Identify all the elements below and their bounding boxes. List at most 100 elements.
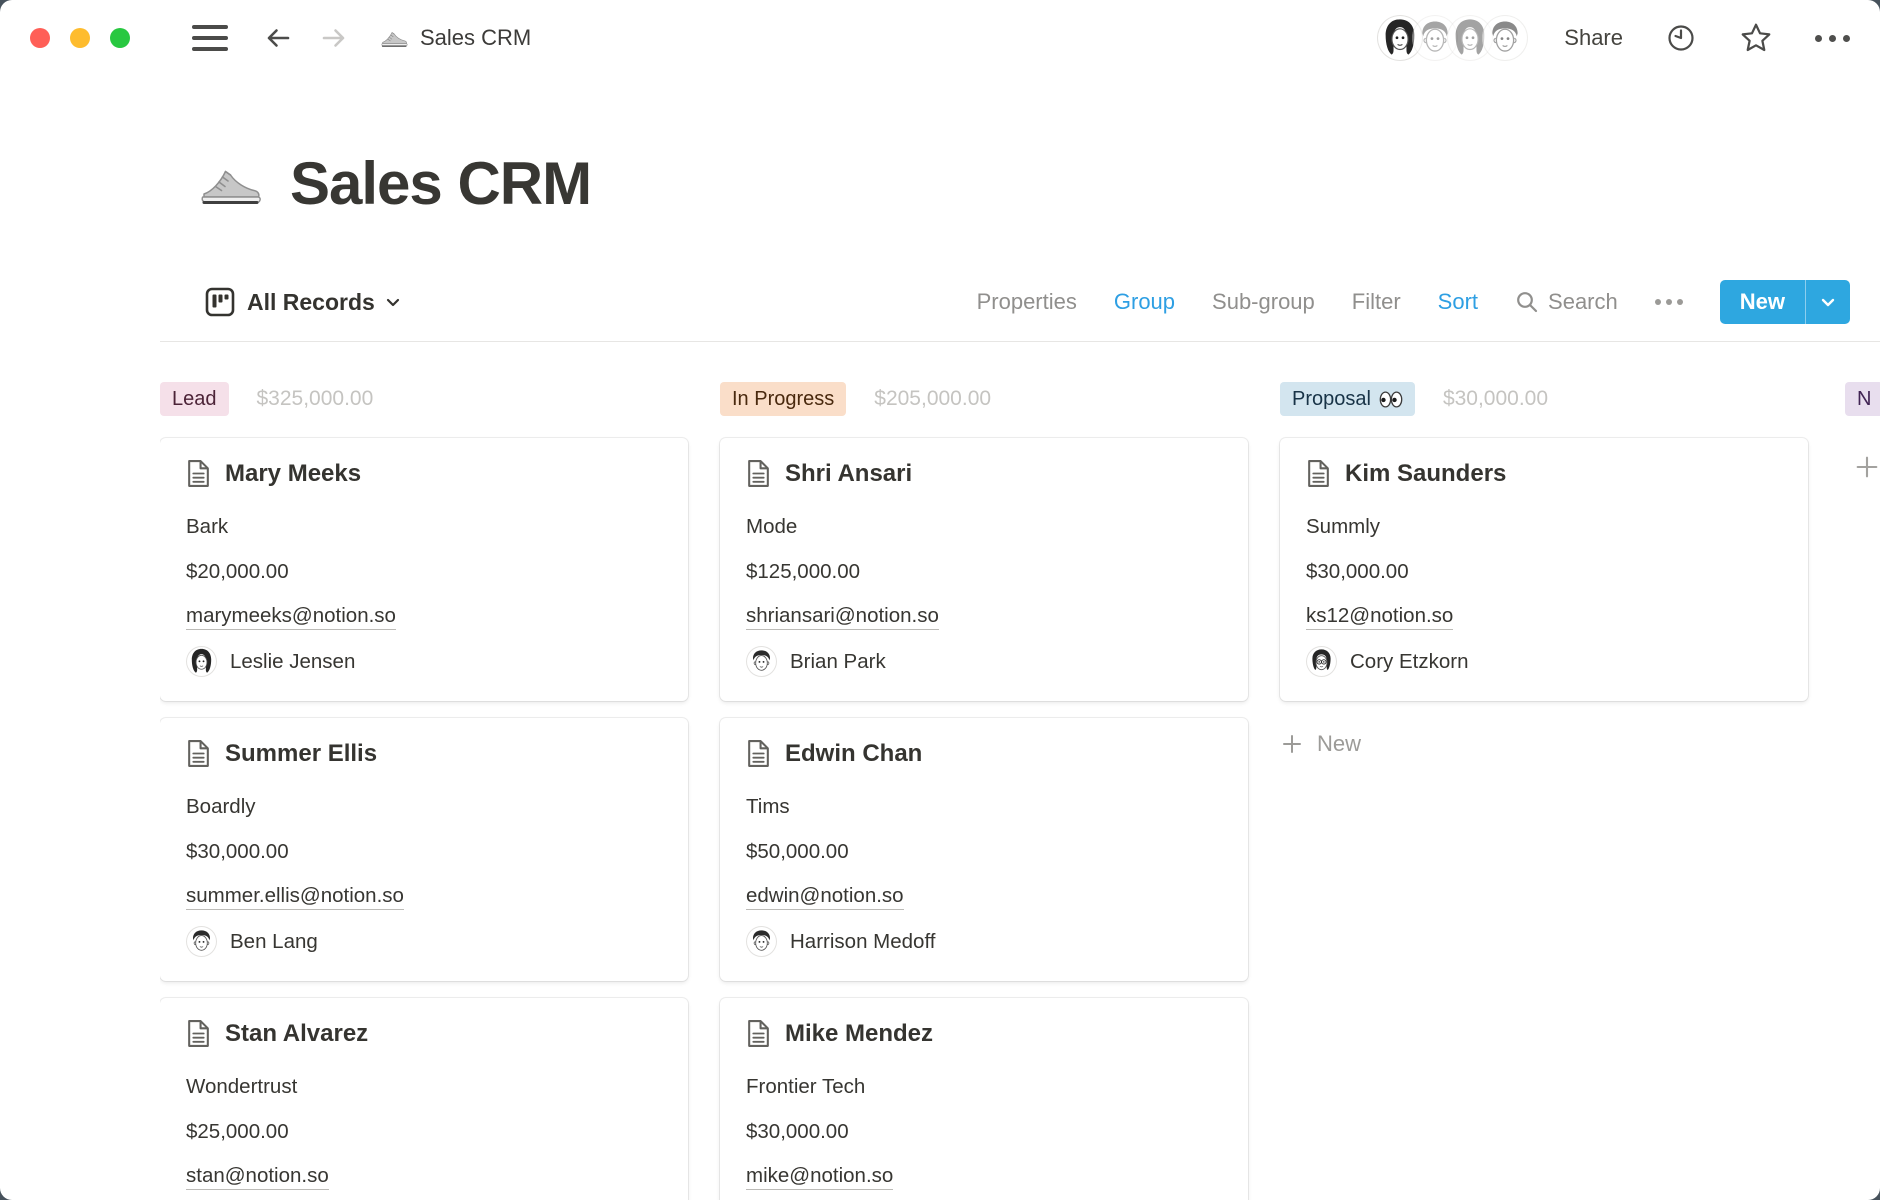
add-card-label: New (1317, 731, 1361, 757)
board-column-lead: Lead $325,000.00 Mary Meeks Bark $20,000… (160, 382, 688, 1200)
record-company: Bark (186, 504, 662, 549)
status-badge[interactable]: Proposal (1280, 382, 1415, 416)
record-amount: $50,000.00 (746, 829, 1222, 874)
eyes-emoji-icon (1379, 391, 1403, 408)
app-window: Sales CRM Share Sales CRM (0, 0, 1880, 1200)
tab-sneaker-icon (380, 24, 408, 52)
board-column-in-progress: In Progress $205,000.00 Shri Ansari Mode… (720, 382, 1248, 1200)
minimize-window-button[interactable] (70, 28, 90, 48)
record-card[interactable]: Mary Meeks Bark $20,000.00 marymeeks@not… (160, 438, 688, 701)
titlebar: Sales CRM Share (0, 0, 1880, 76)
record-email-link[interactable]: ks12@notion.so (1306, 604, 1453, 630)
chevron-down-icon (384, 293, 402, 311)
record-amount: $20,000.00 (186, 549, 662, 594)
plus-icon (1280, 732, 1304, 756)
board-column-proposal: Proposal $30,000.00 Kim Saunders Summly … (1280, 382, 1808, 757)
column-header: Proposal $30,000.00 (1280, 382, 1808, 416)
board-view-icon (205, 287, 235, 317)
record-company: Wondertrust (186, 1064, 662, 1109)
record-amount: $30,000.00 (186, 829, 662, 874)
status-badge[interactable]: N (1845, 382, 1880, 416)
view-toolbar: All Records Properties Group Sub-group F… (205, 272, 1850, 332)
record-company: Summly (1306, 504, 1782, 549)
column-sum: $325,000.00 (257, 387, 374, 411)
add-card-button[interactable]: New (1280, 731, 1808, 757)
kanban-board: Lead $325,000.00 Mary Meeks Bark $20,000… (160, 382, 1880, 1200)
search-icon (1515, 290, 1539, 314)
page-icon (746, 739, 771, 768)
record-email-link[interactable]: marymeeks@notion.so (186, 604, 396, 630)
record-name: Mary Meeks (225, 460, 361, 488)
column-header: In Progress $205,000.00 (720, 382, 1248, 416)
status-badge[interactable]: In Progress (720, 382, 846, 416)
record-email-link[interactable]: edwin@notion.so (746, 884, 904, 910)
record-company: Boardly (186, 784, 662, 829)
record-card[interactable]: Edwin Chan Tims $50,000.00 edwin@notion.… (720, 718, 1248, 981)
board-column-next: N (1840, 382, 1880, 481)
record-company: Mode (746, 504, 1222, 549)
share-button[interactable]: Share (1564, 25, 1623, 51)
search-label: Search (1548, 289, 1618, 315)
record-owner: Ben Lang (230, 930, 318, 954)
favorite-star-icon[interactable] (1739, 21, 1773, 55)
record-name: Kim Saunders (1345, 460, 1506, 488)
record-card[interactable]: Summer Ellis Boardly $30,000.00 summer.e… (160, 718, 688, 981)
menu-sort[interactable]: Sort (1438, 289, 1478, 315)
collaborator-avatar (1482, 15, 1528, 61)
record-owner: Harrison Medoff (790, 930, 935, 954)
hamburger-menu-icon[interactable] (192, 25, 228, 51)
menu-filter[interactable]: Filter (1352, 289, 1401, 315)
view-more-icon[interactable] (1655, 299, 1683, 305)
more-options-icon[interactable] (1815, 35, 1850, 42)
record-card[interactable]: Stan Alvarez Wondertrust $25,000.00 stan… (160, 998, 688, 1200)
back-arrow-icon[interactable] (262, 22, 294, 54)
toolbar-divider (160, 341, 1880, 342)
record-owner: Leslie Jensen (230, 650, 355, 674)
menu-group[interactable]: Group (1114, 289, 1175, 315)
record-company: Frontier Tech (746, 1064, 1222, 1109)
menu-properties[interactable]: Properties (977, 289, 1077, 315)
record-card[interactable]: Shri Ansari Mode $125,000.00 shriansari@… (720, 438, 1248, 701)
page-icon (186, 459, 211, 488)
column-sum: $30,000.00 (1443, 387, 1548, 411)
record-card[interactable]: Kim Saunders Summly $30,000.00 ks12@noti… (1280, 438, 1808, 701)
record-name: Summer Ellis (225, 740, 377, 768)
owner-avatar (186, 926, 217, 957)
page-icon (186, 739, 211, 768)
view-switcher[interactable]: All Records (205, 287, 402, 317)
record-amount: $30,000.00 (746, 1109, 1222, 1154)
page-sneaker-icon[interactable] (198, 152, 262, 216)
collaborator-avatars[interactable] (1377, 15, 1528, 61)
record-email-link[interactable]: shriansari@notion.so (746, 604, 939, 630)
menu-sub-group[interactable]: Sub-group (1212, 289, 1315, 315)
record-name: Stan Alvarez (225, 1020, 368, 1048)
add-card-button[interactable] (1853, 453, 1880, 481)
record-name: Shri Ansari (785, 460, 912, 488)
record-company: Tims (746, 784, 1222, 829)
record-card[interactable]: Mike Mendez Frontier Tech $30,000.00 mik… (720, 998, 1248, 1200)
record-email-link[interactable]: summer.ellis@notion.so (186, 884, 404, 910)
record-email-link[interactable]: mike@notion.so (746, 1164, 893, 1190)
updates-clock-icon[interactable] (1665, 22, 1697, 54)
search-button[interactable]: Search (1515, 289, 1618, 315)
page-header: Sales CRM (198, 146, 1880, 222)
record-amount: $25,000.00 (186, 1109, 662, 1154)
record-name: Mike Mendez (785, 1020, 933, 1048)
forward-arrow-icon[interactable] (318, 22, 350, 54)
owner-avatar (746, 926, 777, 957)
tab-title: Sales CRM (420, 25, 531, 51)
page-icon (746, 459, 771, 488)
page-icon (186, 1019, 211, 1048)
record-amount: $125,000.00 (746, 549, 1222, 594)
new-record-button[interactable]: New (1720, 280, 1850, 324)
status-badge[interactable]: Lead (160, 382, 229, 416)
close-window-button[interactable] (30, 28, 50, 48)
owner-avatar (1306, 646, 1337, 677)
new-button-chevron-down-icon[interactable] (1806, 280, 1850, 324)
plus-icon (1853, 453, 1880, 481)
record-amount: $30,000.00 (1306, 549, 1782, 594)
owner-avatar (186, 646, 217, 677)
record-owner: Cory Etzkorn (1350, 650, 1468, 674)
fullscreen-window-button[interactable] (110, 28, 130, 48)
record-email-link[interactable]: stan@notion.so (186, 1164, 329, 1190)
